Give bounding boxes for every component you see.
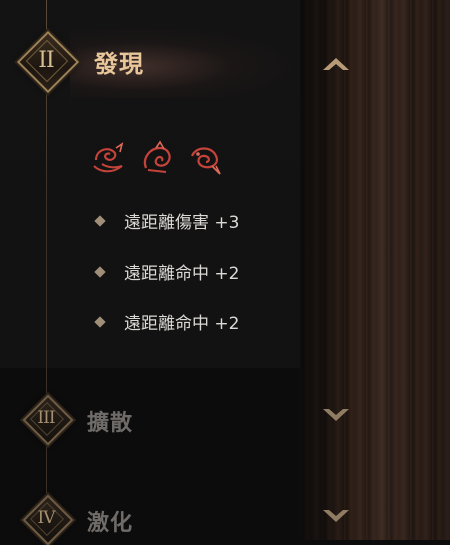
serpent-rune-icon: [93, 142, 124, 173]
section-title-iv: 激化: [87, 511, 134, 536]
chevron-down-icon[interactable]: [321, 406, 351, 426]
badge-numeral: IV: [37, 508, 56, 528]
diamond-bullet-icon: [94, 265, 106, 278]
numeral-badge-iii: III: [22, 394, 74, 446]
stat-label: 遠距離命中 +2: [124, 264, 240, 284]
beast-rune-icon: [143, 140, 171, 173]
stat-row: 遠距離命中 +2: [94, 309, 240, 334]
stat-label: 遠距離傷害 +3: [124, 213, 240, 233]
numeral-badge-iv: IV: [22, 494, 74, 545]
stat-row: 遠距離命中 +2: [94, 259, 240, 284]
diamond-bullet-icon: [94, 315, 106, 328]
diamond-bullet-icon: [94, 214, 106, 227]
chevron-up-icon[interactable]: [321, 53, 351, 73]
stat-row: 遠距離傷害 +3: [94, 208, 240, 233]
fish-rune-icon: [190, 147, 221, 175]
badge-numeral: III: [37, 408, 55, 428]
stat-label: 遠距離命中 +2: [124, 314, 240, 334]
chevron-down-icon[interactable]: [321, 507, 351, 527]
section-title-iii: 擴散: [87, 411, 134, 436]
effect-icons: [90, 140, 224, 178]
section-title-ii: 發現: [94, 50, 144, 78]
numeral-badge-ii: II: [16, 30, 80, 94]
badge-numeral: II: [38, 47, 54, 73]
